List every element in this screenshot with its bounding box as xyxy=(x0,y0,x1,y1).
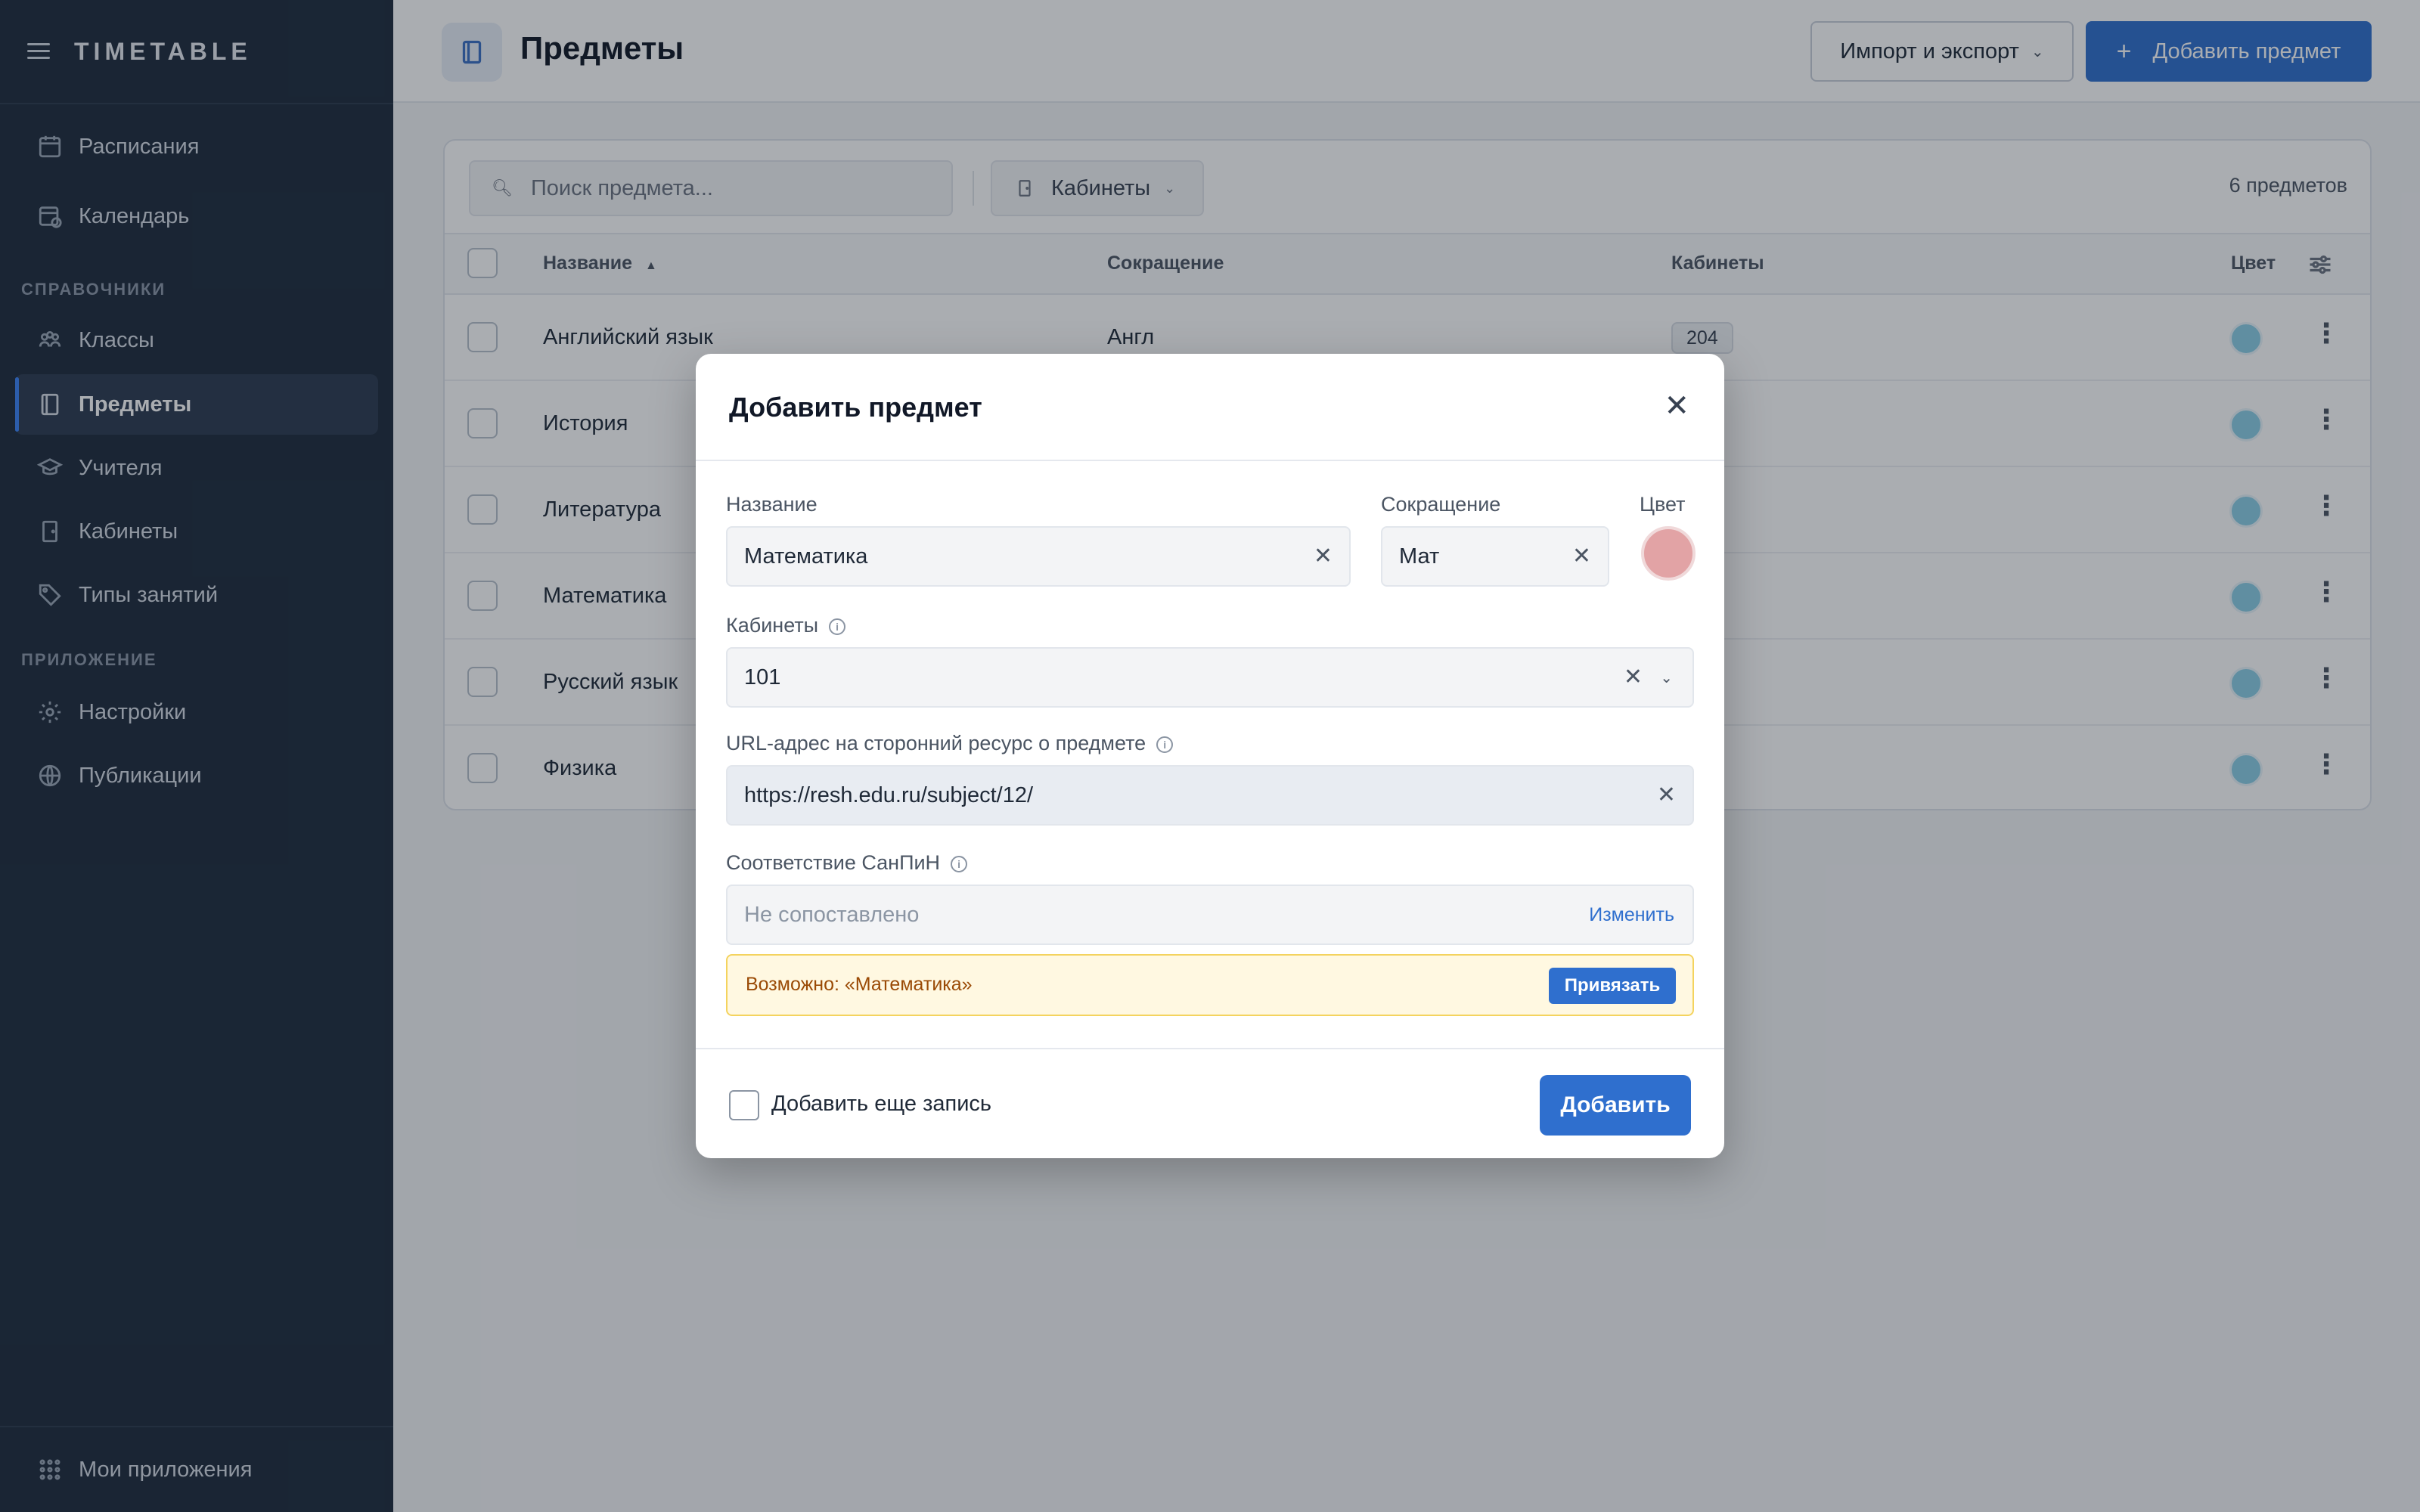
sanpin-label-text: Соответствие СанПиН xyxy=(726,851,941,874)
close-icon[interactable]: ✕ xyxy=(1664,389,1689,423)
dialog-title: Добавить предмет xyxy=(729,392,982,423)
clear-icon[interactable]: ✕ xyxy=(1657,782,1676,808)
color-picker[interactable] xyxy=(1641,526,1696,581)
add-subject-dialog: Добавить предмет ✕ Название Математика ✕… xyxy=(696,354,1724,1158)
sanpin-field: Не сопоставлено Изменить xyxy=(726,885,1694,945)
clear-icon[interactable]: ✕ xyxy=(1624,664,1643,690)
dialog-header: Добавить предмет ✕ xyxy=(696,354,1724,461)
abbr-label: Сокращение xyxy=(1381,493,1501,516)
rooms-select[interactable]: 101 ✕ ⌄ xyxy=(726,647,1694,708)
sanpin-value: Не сопоставлено xyxy=(744,902,920,927)
info-icon[interactable]: i xyxy=(951,856,968,872)
name-input[interactable]: Математика ✕ xyxy=(726,526,1351,587)
add-more-checkbox[interactable] xyxy=(729,1090,759,1120)
url-label-text: URL-адрес на сторонний ресурс о предмете xyxy=(726,732,1146,754)
info-icon[interactable]: i xyxy=(829,618,846,635)
chevron-down-icon[interactable]: ⌄ xyxy=(1660,668,1673,687)
rooms-label: Кабинеты i xyxy=(726,614,846,637)
sanpin-label: Соответствие СанПиН i xyxy=(726,851,968,875)
rooms-value: 101 xyxy=(744,665,781,689)
name-label: Название xyxy=(726,493,818,516)
name-value: Математика xyxy=(744,544,868,569)
abbr-input[interactable]: Мат ✕ xyxy=(1381,526,1609,587)
add-more-label[interactable]: Добавить еще запись xyxy=(771,1092,991,1117)
bind-button[interactable]: Привязать xyxy=(1549,968,1676,1004)
url-label: URL-адрес на сторонний ресурс о предмете… xyxy=(726,732,1174,755)
url-input[interactable]: https://resh.edu.ru/subject/12/ ✕ xyxy=(726,765,1694,826)
dialog-footer: Добавить еще запись Добавить xyxy=(696,1048,1724,1158)
clear-icon[interactable]: ✕ xyxy=(1572,543,1591,569)
color-label: Цвет xyxy=(1640,493,1686,516)
sanpin-change-link[interactable]: Изменить xyxy=(1589,904,1674,926)
sanpin-suggestion: Возможно: «Математика» Привязать xyxy=(726,954,1694,1016)
abbr-value: Мат xyxy=(1399,544,1440,569)
rooms-label-text: Кабинеты xyxy=(726,614,819,637)
info-icon[interactable]: i xyxy=(1156,736,1174,753)
url-value: https://resh.edu.ru/subject/12/ xyxy=(744,782,1034,807)
clear-icon[interactable]: ✕ xyxy=(1314,543,1333,569)
suggestion-text: Возможно: «Математика» xyxy=(746,974,973,995)
submit-button[interactable]: Добавить xyxy=(1540,1075,1691,1136)
